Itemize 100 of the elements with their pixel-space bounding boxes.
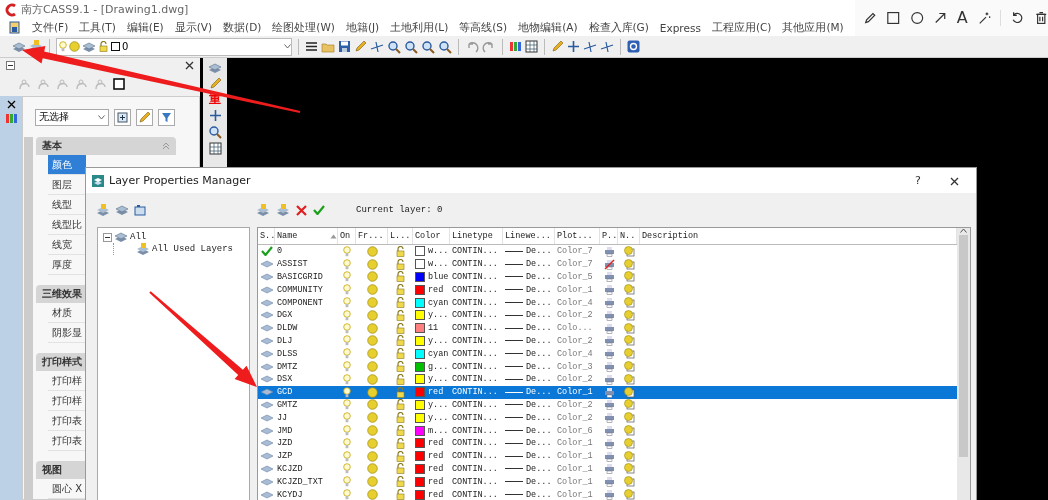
scroll-up-icon[interactable] bbox=[960, 228, 967, 233]
new-filter-icon[interactable] bbox=[96, 203, 110, 217]
new-layer-icon[interactable] bbox=[256, 203, 270, 217]
close-icon[interactable] bbox=[950, 177, 959, 186]
layer-row[interactable]: DLDW 11 CONTIN... De... Colo... bbox=[258, 321, 957, 335]
color-swatch[interactable] bbox=[415, 348, 425, 359]
menu-item[interactable]: 地物编辑(A) bbox=[518, 20, 578, 35]
color-swatch[interactable] bbox=[415, 489, 425, 500]
menu-item[interactable]: Express bbox=[659, 21, 701, 34]
magnifier-icon[interactable] bbox=[404, 39, 418, 54]
move-arrows-icon[interactable] bbox=[567, 40, 580, 54]
layer-row[interactable]: JZP red CONTIN... De... Color_1 bbox=[258, 449, 957, 463]
undo-icon[interactable] bbox=[1010, 10, 1025, 26]
color-swatch[interactable] bbox=[415, 438, 425, 449]
color-swatch[interactable] bbox=[415, 387, 425, 398]
layer-row[interactable]: 0 w... CONTIN... De... Color_7 bbox=[258, 245, 957, 258]
color-swatch[interactable] bbox=[415, 335, 425, 346]
grid-icon[interactable] bbox=[208, 142, 222, 155]
color-swatch[interactable] bbox=[415, 246, 425, 257]
layer-row[interactable]: DGX y... CONTIN... De... Color_2 bbox=[258, 309, 957, 322]
layer-row[interactable]: KCYDJ red CONTIN... De... Color_1 bbox=[258, 488, 957, 500]
property-item[interactable]: 颜色 bbox=[48, 155, 86, 175]
color-bars-icon[interactable] bbox=[4, 112, 18, 125]
layer-row[interactable]: KCJZD_TXT red CONTIN... De... Color_1 bbox=[258, 475, 957, 489]
menu-item[interactable]: 检查入库(G) bbox=[588, 20, 649, 35]
minimize-icon[interactable] bbox=[6, 60, 15, 70]
color-swatch[interactable] bbox=[415, 272, 425, 282]
layers-icon[interactable] bbox=[12, 40, 26, 53]
line-cut-icon[interactable] bbox=[583, 40, 597, 53]
column-header[interactable]: Color bbox=[413, 228, 450, 244]
magnifier-icon[interactable] bbox=[421, 39, 435, 54]
help-button[interactable]: ? bbox=[915, 174, 945, 187]
column-header[interactable]: Plot... bbox=[555, 228, 600, 244]
color-swatch[interactable] bbox=[415, 425, 425, 436]
add-box-icon[interactable] bbox=[117, 111, 128, 123]
pencil-icon[interactable] bbox=[863, 10, 878, 26]
layer-row[interactable]: COMPONENT cyan CONTIN... De... Color_4 bbox=[258, 296, 957, 309]
layer-row[interactable]: GMTZ y... CONTIN... De... Color_2 bbox=[258, 398, 957, 412]
layer-dropdown[interactable]: 0 bbox=[56, 37, 292, 56]
section-header[interactable]: 基本 bbox=[36, 137, 176, 155]
color-swatch[interactable] bbox=[415, 374, 425, 385]
column-header[interactable]: Fr... bbox=[356, 228, 388, 244]
column-header[interactable]: P.. bbox=[600, 228, 618, 244]
line-cut-icon[interactable] bbox=[600, 40, 614, 53]
lines-icon[interactable] bbox=[305, 41, 318, 53]
column-header[interactable]: N.. bbox=[618, 228, 640, 244]
set-current-icon[interactable] bbox=[313, 205, 325, 215]
text-tool[interactable]: A bbox=[956, 10, 968, 26]
menu-item[interactable]: 工具(T) bbox=[79, 20, 116, 35]
scroll-bar[interactable] bbox=[957, 228, 970, 500]
new-layer-frozen-icon[interactable] bbox=[276, 203, 290, 217]
line-cut-icon[interactable] bbox=[370, 40, 384, 53]
layer-row[interactable]: JZD red CONTIN... De... Color_1 bbox=[258, 436, 957, 450]
tree-item[interactable]: All bbox=[130, 232, 147, 242]
menu-item[interactable]: 工程应用(C) bbox=[711, 20, 772, 35]
color-swatch[interactable] bbox=[415, 412, 425, 423]
magnifier-icon[interactable] bbox=[208, 125, 222, 139]
color-swatch[interactable] bbox=[415, 399, 425, 410]
layer-row[interactable]: JJ y... CONTIN... De... Color_2 bbox=[258, 411, 957, 425]
menu-item[interactable]: 数据(D) bbox=[223, 20, 262, 35]
magnifier-icon[interactable] bbox=[438, 39, 452, 54]
collapse-icon[interactable] bbox=[103, 232, 112, 242]
close-icon[interactable] bbox=[185, 60, 194, 70]
close-icon[interactable] bbox=[6, 100, 16, 109]
tree-item[interactable]: All Used Layers bbox=[152, 244, 233, 254]
color-swatch[interactable] bbox=[415, 259, 425, 270]
color-swatch[interactable] bbox=[415, 284, 425, 295]
menu-item[interactable]: 土地利用(L) bbox=[390, 20, 449, 35]
funnel-icon[interactable] bbox=[161, 111, 172, 123]
menu-item[interactable]: 地籍(J) bbox=[345, 20, 380, 35]
layer-row[interactable]: BASICGRID blue CONTIN... De... Color_5 bbox=[258, 270, 957, 284]
column-header[interactable]: S.. bbox=[258, 228, 275, 244]
menu-item[interactable]: 绘图处理(W) bbox=[272, 20, 335, 35]
blank-square-icon[interactable] bbox=[113, 78, 125, 90]
menu-item[interactable]: 编辑(E) bbox=[126, 20, 164, 35]
window-icon[interactable] bbox=[134, 204, 146, 216]
layer-row[interactable]: JMD m... CONTIN... De... Color_6 bbox=[258, 424, 957, 437]
scroll-bar[interactable] bbox=[24, 137, 33, 499]
layer-row[interactable]: DSX y... CONTIN... De... Color_2 bbox=[258, 372, 957, 386]
column-header[interactable]: Name bbox=[275, 228, 338, 244]
delete-icon[interactable] bbox=[296, 204, 307, 216]
menu-item[interactable]: 文件(F) bbox=[32, 20, 69, 35]
layer-row[interactable]: DMTZ g... CONTIN... De... Color_3 bbox=[258, 360, 957, 373]
color-swatch[interactable] bbox=[415, 297, 425, 308]
layer-row[interactable]: COMMUNITY red CONTIN... De... Color_1 bbox=[258, 283, 957, 297]
layer-row[interactable]: DLSS cyan CONTIN... De... Color_4 bbox=[258, 347, 957, 361]
layers-icon[interactable] bbox=[208, 62, 222, 74]
trash-icon[interactable] bbox=[1033, 10, 1048, 26]
grid-icon[interactable] bbox=[525, 40, 538, 54]
magnifier-icon[interactable] bbox=[387, 39, 401, 54]
column-header[interactable]: Linetype bbox=[450, 228, 503, 244]
menu-item[interactable]: 其他应用(M) bbox=[782, 20, 844, 35]
help-icon[interactable] bbox=[627, 40, 640, 54]
layer-row[interactable]: KCJZD red CONTIN... De... Color_1 bbox=[258, 462, 957, 476]
color-swatch[interactable] bbox=[415, 463, 425, 474]
color-swatch[interactable] bbox=[415, 310, 425, 321]
menu-item[interactable]: 显示(V) bbox=[174, 20, 213, 35]
color-bars-icon[interactable] bbox=[509, 40, 522, 54]
column-header[interactable]: Linewe... bbox=[503, 228, 555, 244]
menu-item[interactable]: 等高线(S) bbox=[459, 20, 508, 35]
